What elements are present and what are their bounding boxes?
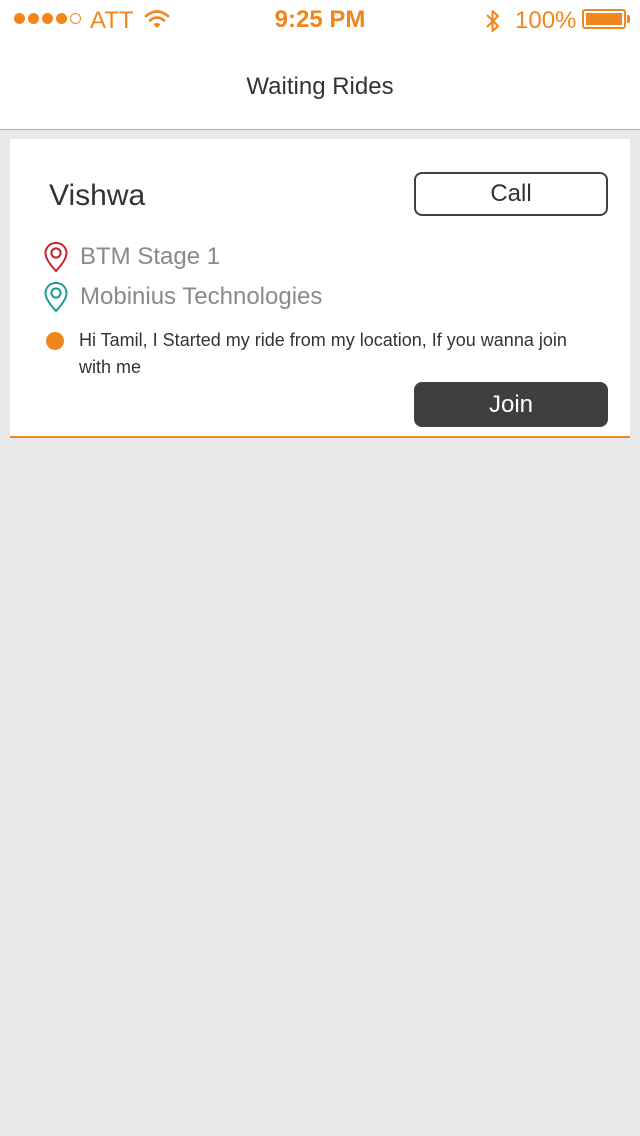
map-pin-teal-icon <box>44 281 68 313</box>
bluetooth-icon <box>486 10 499 32</box>
call-button[interactable]: Call <box>414 172 608 216</box>
navigation-bar: Waiting Rides <box>0 40 640 130</box>
rider-name: Vishwa <box>49 179 146 212</box>
page-title: Waiting Rides <box>246 73 394 100</box>
from-location-row: BTM Stage 1 <box>43 241 220 273</box>
status-bar: ATT 9:25 PM 100% <box>0 0 640 40</box>
battery-tip <box>627 15 630 23</box>
to-location-row: Mobinius Technologies <box>43 281 322 313</box>
join-button[interactable]: Join <box>414 382 608 427</box>
from-location: BTM Stage 1 <box>80 243 221 270</box>
map-pin-red-icon <box>44 241 68 273</box>
battery-icon <box>582 9 626 29</box>
ride-message: Hi Tamil, I Started my ride from my loca… <box>79 330 567 377</box>
to-location: Mobinius Technologies <box>80 283 323 310</box>
message-indicator-dot <box>46 332 64 350</box>
ride-card[interactable]: Vishwa Call BTM Stage 1 Mobinius Technol… <box>10 139 630 438</box>
battery-percent: 100% <box>515 7 577 34</box>
